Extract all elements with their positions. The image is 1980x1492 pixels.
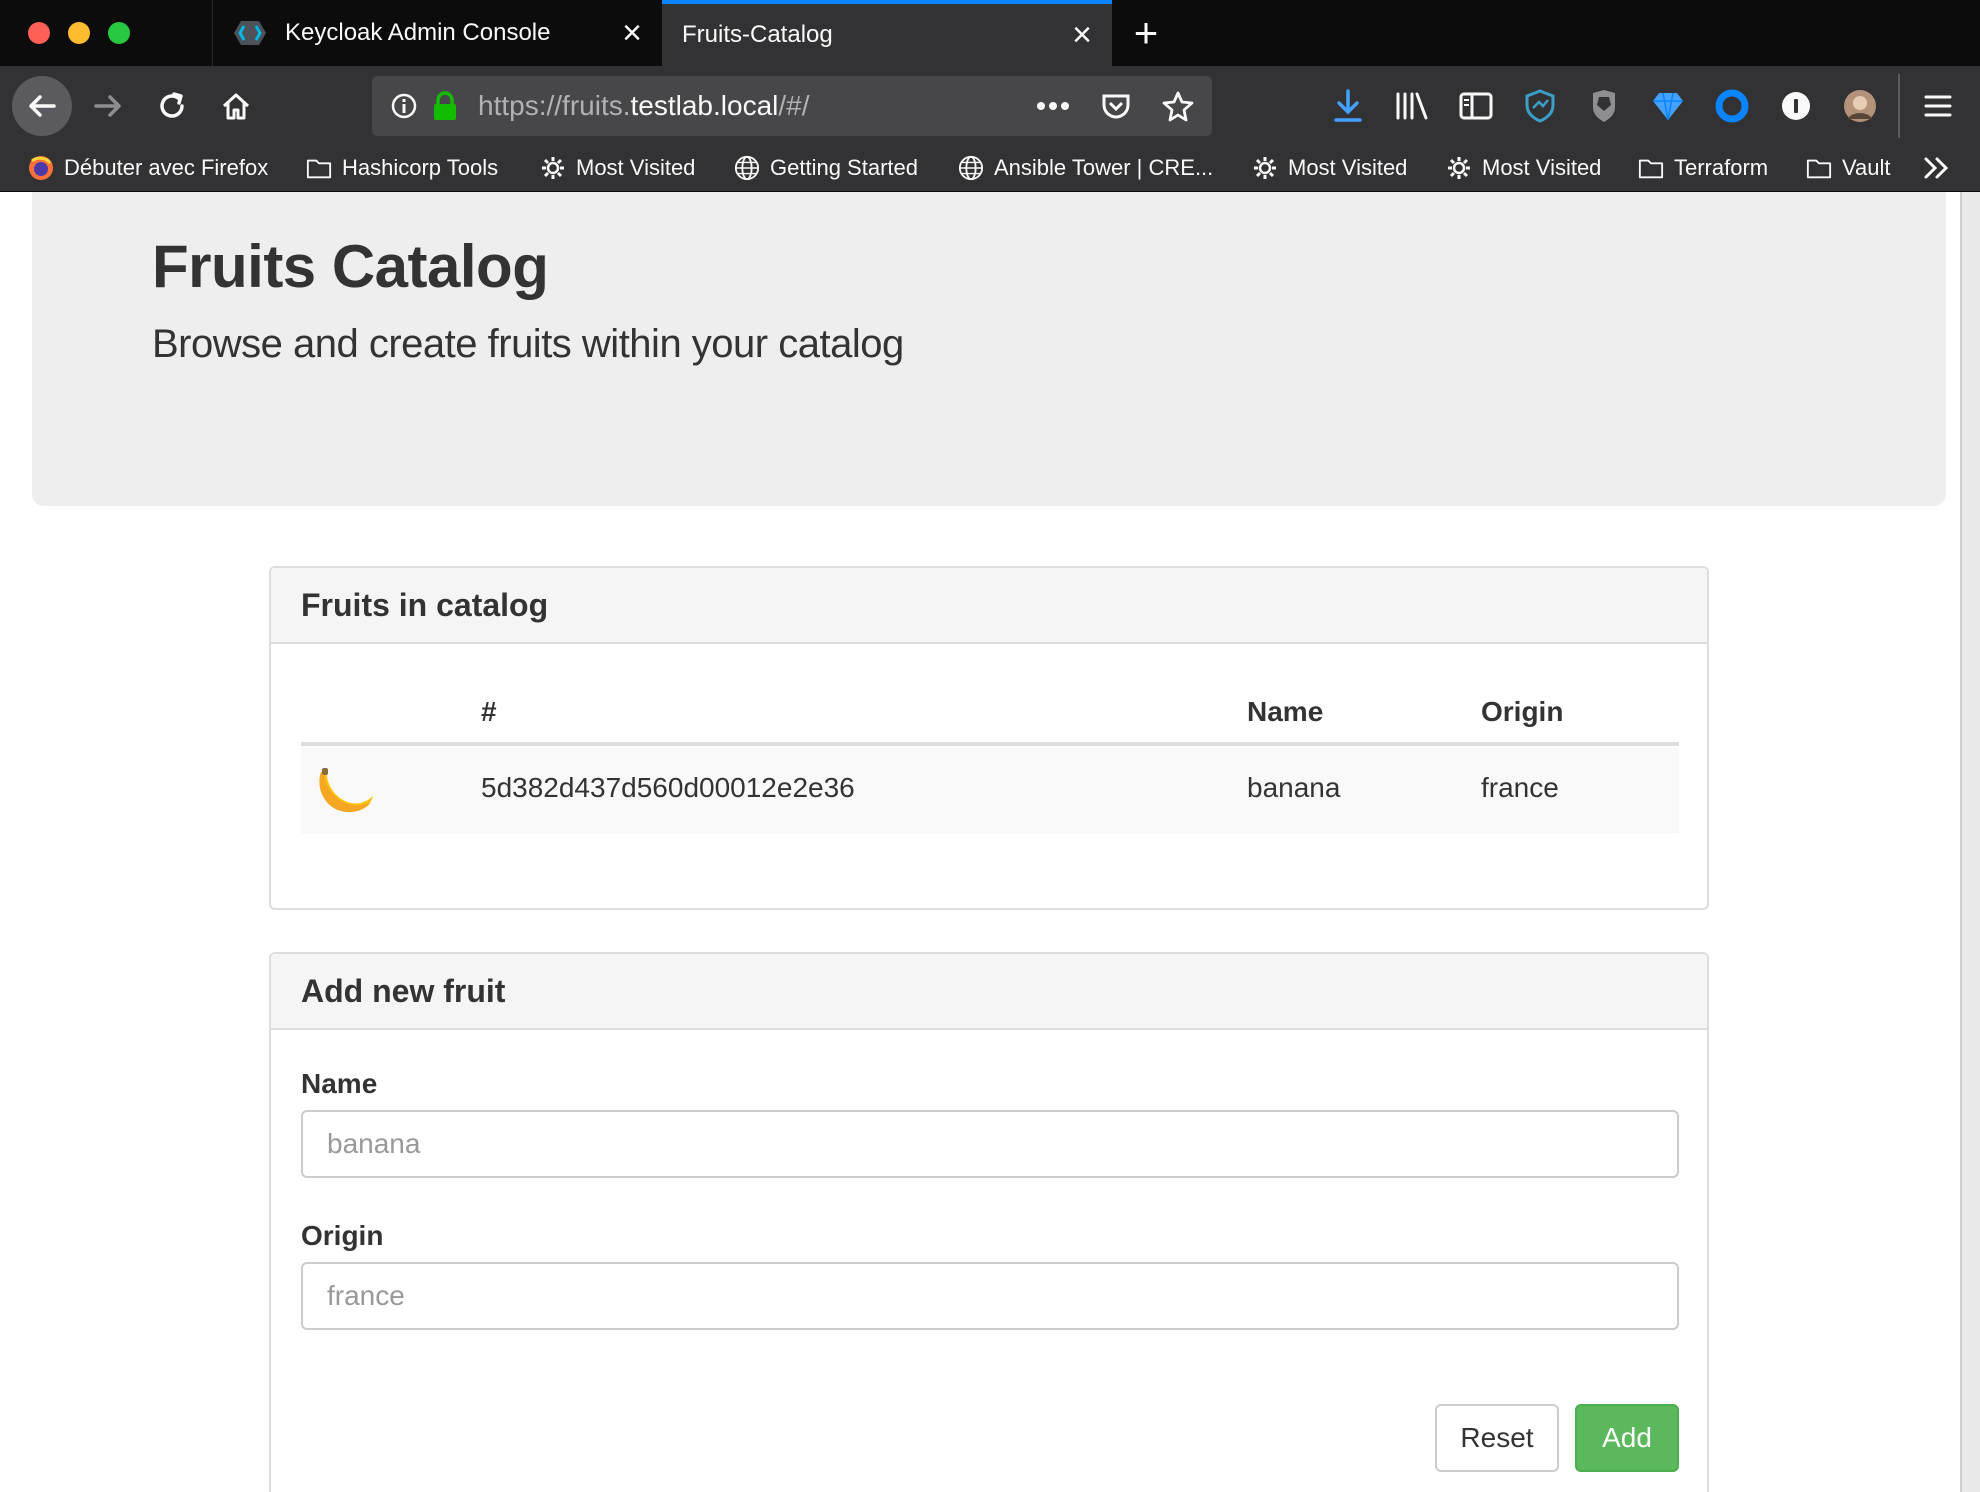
url-text[interactable]: https://fruits.testlab.local/#/ — [478, 90, 810, 122]
library-icon[interactable] — [1394, 88, 1430, 124]
bookmark-label: Terraform — [1674, 155, 1769, 180]
add-button[interactable]: Add — [1575, 1404, 1679, 1472]
globe-icon — [734, 155, 760, 181]
bookmark-most-visited-2[interactable]: Most Visited — [1252, 146, 1407, 190]
bookmark-label: Vault — [1842, 155, 1891, 180]
table-header: # Name Origin — [301, 686, 1679, 746]
account-avatar[interactable] — [1842, 88, 1878, 124]
tab-keycloak-admin-console[interactable]: Keycloak Admin Console × — [212, 0, 662, 66]
reload-icon — [160, 92, 184, 118]
folder-icon — [1638, 155, 1664, 181]
bookmark-vault[interactable]: Vault — [1806, 146, 1891, 190]
add-fruit-panel: Add new fruit Name Origin Reset Add — [269, 952, 1709, 1492]
bookmarks-overflow-icon[interactable] — [1922, 146, 1952, 190]
page-subtitle: Browse and create fruits within your cat… — [152, 322, 904, 366]
circle-extension-icon[interactable] — [1714, 88, 1750, 124]
bookmark-hashicorp-tools[interactable]: Hashicorp Tools — [306, 146, 498, 190]
bookmark-star-icon[interactable] — [1162, 90, 1194, 122]
browser-navbar: https://fruits.testlab.local/#/ — [0, 66, 1980, 146]
info-icon[interactable] — [390, 92, 418, 120]
reload-button[interactable] — [154, 88, 190, 124]
add-fruit-panel-heading: Add new fruit — [271, 954, 1707, 1030]
forward-arrow-icon — [94, 95, 121, 117]
page-actions-icon[interactable] — [1036, 101, 1070, 111]
table-row[interactable]: 5d382d437d560d00012e2e36 banana france — [301, 748, 1679, 834]
banana-icon — [313, 766, 375, 818]
bookmark-terraform[interactable]: Terraform — [1638, 146, 1768, 190]
sidebar-icon[interactable] — [1458, 88, 1494, 124]
forward-button[interactable] — [90, 88, 126, 124]
downloads-icon[interactable] — [1330, 88, 1366, 124]
window-close-button[interactable] — [28, 22, 50, 44]
pocket-icon[interactable] — [1100, 90, 1132, 122]
bookmark-label: Hashicorp Tools — [342, 155, 499, 180]
close-tab-icon[interactable]: × — [602, 16, 662, 50]
bookmark-ansible-tower[interactable]: Ansible Tower | CRE... — [958, 146, 1213, 190]
page-scrollbar-edge[interactable] — [1960, 192, 1980, 1492]
window-minimize-button[interactable] — [68, 22, 90, 44]
column-header-name: Name — [1247, 696, 1324, 727]
diamond-extension-icon[interactable] — [1650, 88, 1686, 124]
keycloak-icon — [233, 19, 267, 47]
url-host: testlab.local — [630, 90, 779, 121]
password-manager-icon[interactable] — [1778, 88, 1814, 124]
ghostery-icon[interactable] — [1586, 88, 1622, 124]
fruit-origin: france — [1481, 772, 1559, 803]
bookmark-most-visited-3[interactable]: Most Visited — [1446, 146, 1601, 190]
catalog-panel-heading: Fruits in catalog — [271, 568, 1707, 644]
tab-label: Keycloak Admin Console — [285, 19, 551, 46]
url-prefix: https://fruits. — [478, 90, 631, 121]
column-header-id: # — [481, 696, 497, 727]
back-button[interactable] — [12, 76, 72, 136]
fruit-name: banana — [1247, 772, 1341, 803]
new-tab-icon[interactable]: + — [1126, 10, 1166, 56]
firefox-icon — [28, 155, 54, 181]
bookmark-most-visited-1[interactable]: Most Visited — [540, 146, 695, 190]
window-zoom-button[interactable] — [108, 22, 130, 44]
shield-extension-icon[interactable] — [1522, 88, 1558, 124]
toolbar-separator — [1898, 74, 1900, 138]
gear-icon — [540, 155, 566, 181]
origin-input[interactable] — [301, 1262, 1679, 1330]
close-tab-icon[interactable]: × — [1052, 18, 1112, 52]
browser-titlebar: Keycloak Admin Console × Fruits-Catalog … — [0, 0, 1980, 66]
folder-icon — [1806, 155, 1832, 181]
column-header-origin: Origin — [1481, 696, 1564, 727]
tab-label: Fruits-Catalog — [682, 21, 833, 48]
bookmark-label: Most Visited — [1482, 155, 1602, 180]
bookmarks-toolbar: Débuter avec Firefox Hashicorp Tools Mos… — [0, 146, 1980, 192]
bookmark-label: Getting Started — [770, 155, 918, 180]
lock-icon — [434, 91, 456, 120]
name-input[interactable] — [301, 1110, 1679, 1178]
tab-fruits-catalog[interactable]: Fruits-Catalog × — [662, 0, 1112, 66]
bookmark-getting-started[interactable]: Getting Started — [734, 146, 918, 190]
bookmark-label: Ansible Tower | CRE... — [994, 155, 1214, 180]
home-icon — [222, 93, 250, 120]
globe-icon — [958, 155, 984, 181]
origin-label: Origin — [301, 1220, 384, 1251]
back-arrow-icon — [29, 95, 56, 117]
home-button[interactable] — [218, 88, 254, 124]
page-content: Fruits Catalog Browse and create fruits … — [0, 192, 1980, 1492]
bookmark-label: Débuter avec Firefox — [64, 155, 269, 180]
jumbotron: Fruits Catalog Browse and create fruits … — [32, 192, 1946, 506]
gear-icon — [1446, 155, 1472, 181]
name-label: Name — [301, 1068, 378, 1099]
fruit-id: 5d382d437d560d00012e2e36 — [481, 772, 855, 803]
url-suffix: /#/ — [778, 90, 810, 121]
catalog-panel: Fruits in catalog # Name Origin 5d382d43… — [269, 566, 1709, 910]
bookmark-debuter-firefox[interactable]: Débuter avec Firefox — [28, 146, 268, 190]
reset-button[interactable]: Reset — [1435, 1404, 1559, 1472]
bookmark-label: Most Visited — [1288, 155, 1408, 180]
menu-icon[interactable] — [1920, 88, 1956, 124]
gear-icon — [1252, 155, 1278, 181]
address-bar[interactable]: https://fruits.testlab.local/#/ — [372, 76, 1212, 136]
page-title: Fruits Catalog — [152, 233, 549, 300]
folder-icon — [306, 155, 332, 181]
bookmark-label: Most Visited — [576, 155, 696, 180]
